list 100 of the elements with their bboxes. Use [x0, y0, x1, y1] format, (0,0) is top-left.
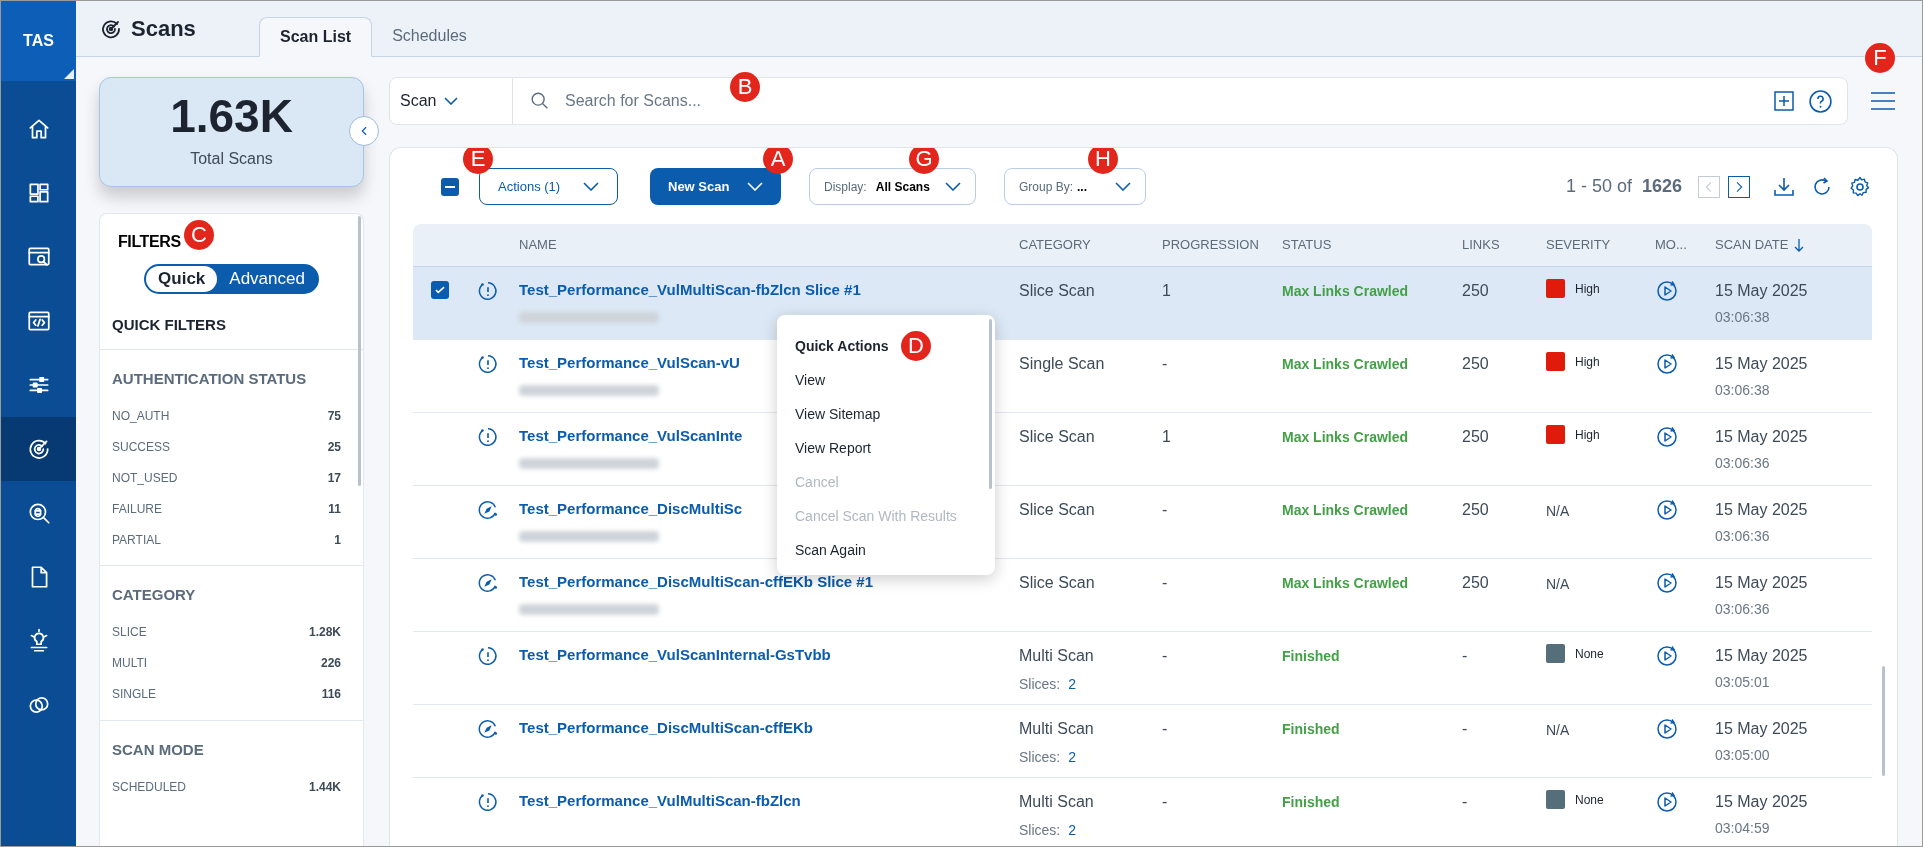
filter-count: 226: [320, 655, 341, 672]
settings-icon[interactable]: [1848, 174, 1872, 199]
slices-link[interactable]: 2: [1068, 820, 1077, 841]
group-by-dropdown[interactable]: Group By: ...: [1004, 168, 1146, 205]
scan-time: 03:05:00: [1715, 746, 1771, 765]
help-icon[interactable]: [1808, 88, 1833, 114]
filter-option[interactable]: SCHEDULED: [112, 777, 186, 796]
progression-text: -: [1162, 793, 1168, 810]
page-title: Scans: [131, 15, 196, 43]
column-header[interactable]: NAME: [519, 235, 557, 255]
category-text: Multi Scan: [1019, 792, 1094, 812]
scan-name-link[interactable]: Test_Performance_VulMultiScan-fbZlcn: [519, 790, 801, 813]
column-header[interactable]: MO...: [1655, 235, 1687, 255]
scan-name-link[interactable]: Test_Performance_DiscMultiSc: [519, 498, 743, 521]
filter-count: 1.28K: [308, 624, 341, 641]
filter-option[interactable]: PARTIAL: [112, 530, 161, 549]
mode-toggle[interactable]: Quick Advanced: [144, 264, 319, 294]
display-value: All Scans: [875, 178, 930, 196]
alert-circle-icon: [477, 645, 499, 667]
scan-name-link[interactable]: Test_Performance_DiscMultiScan-cffEKb: [519, 717, 813, 740]
app-logo[interactable]: TAS: [1, 1, 76, 81]
actions-button[interactable]: Actions (1): [479, 168, 618, 205]
scope-dropdown[interactable]: Scan: [390, 78, 513, 124]
scan-time: 03:06:36: [1715, 454, 1771, 473]
filter-option[interactable]: NO_AUTH: [112, 406, 170, 425]
scan-name-link[interactable]: Test_Performance_VulMultiScan-fbZlcn Slice #1: [519, 279, 861, 302]
replay-icon[interactable]: [1655, 644, 1679, 668]
progression-text: -: [1162, 647, 1168, 664]
category-text: Multi Scan: [1019, 719, 1094, 739]
replay-icon[interactable]: [1655, 790, 1679, 814]
alert-circle-icon: [477, 280, 499, 302]
filter-option[interactable]: NOT_USED: [112, 468, 178, 487]
replay-icon[interactable]: [1655, 279, 1679, 303]
sort-arrow-icon[interactable]: [1794, 238, 1805, 252]
severity-text: N/A: [1546, 721, 1570, 740]
alert-circle-icon: [477, 426, 499, 448]
column-header[interactable]: SCAN DATE: [1715, 235, 1789, 255]
scan-date: 15 May 2025: [1715, 500, 1809, 520]
column-header[interactable]: PROGRESSION: [1162, 235, 1259, 255]
menu-item[interactable]: View Report: [777, 431, 995, 465]
scan-time: 03:05:01: [1715, 673, 1771, 692]
tab[interactable]: Schedules: [372, 16, 487, 56]
filter-option[interactable]: SINGLE: [112, 685, 156, 703]
slices-link[interactable]: 2: [1068, 747, 1077, 768]
page-range: 1 - 50 of: [1565, 175, 1632, 198]
severity-text: High: [1575, 426, 1600, 444]
filter-option[interactable]: MULTI: [112, 654, 148, 672]
filter-option[interactable]: SLICE: [112, 623, 147, 641]
status-text: Max Links Crawled: [1282, 283, 1409, 299]
progression-text: -: [1162, 720, 1168, 737]
scan-date: 15 May 2025: [1715, 792, 1809, 812]
display-label: Display:: [824, 178, 867, 196]
filter-count: 75: [327, 407, 341, 425]
toggle-option[interactable]: Quick: [146, 266, 218, 292]
scan-name-link[interactable]: Test_Performance_DiscMultiScan-cffEKb Slice #1: [519, 571, 874, 594]
replay-icon[interactable]: [1655, 717, 1679, 741]
replay-icon[interactable]: [1655, 498, 1679, 522]
filter-option[interactable]: SUCCESS: [112, 437, 170, 456]
compass-icon: [477, 718, 499, 740]
progression-text: 1: [1162, 428, 1171, 445]
next-page-button[interactable]: [1728, 175, 1750, 198]
scan-name-link[interactable]: Test_Performance_VulScan-vU: [519, 352, 740, 375]
row-checkbox[interactable]: [431, 281, 449, 299]
severity-text: N/A: [1546, 502, 1570, 521]
links-text: 250: [1462, 501, 1489, 518]
severity-text: High: [1575, 353, 1600, 371]
replay-icon[interactable]: [1655, 571, 1679, 595]
chevron-down-icon: [583, 182, 599, 191]
scan-date: 15 May 2025: [1715, 354, 1809, 374]
toggle-option[interactable]: Advanced: [217, 266, 317, 292]
replay-icon[interactable]: [1655, 425, 1679, 449]
alert-circle-icon: [477, 353, 499, 375]
column-header[interactable]: LINKS: [1462, 235, 1500, 255]
links-text: 250: [1462, 574, 1489, 591]
display-dropdown[interactable]: Display: All Scans: [809, 168, 976, 205]
scan-name-link[interactable]: Test_Performance_VulScanInte: [519, 425, 743, 448]
column-header[interactable]: CATEGORY: [1019, 235, 1091, 255]
total-count: 1626: [1641, 175, 1682, 198]
scan-time: 03:04:59: [1715, 819, 1771, 838]
scan-name-link[interactable]: Test_Performance_VulScanInternal-GsTvbb: [519, 644, 831, 667]
select-all-checkbox[interactable]: [441, 177, 459, 196]
category-text: Slice Scan: [1019, 427, 1095, 447]
column-header[interactable]: STATUS: [1282, 235, 1332, 255]
links-text: 250: [1462, 282, 1489, 299]
summary-value: 1.63K: [170, 93, 293, 139]
tab[interactable]: Scan List: [259, 17, 373, 57]
nav-item[interactable]: [1, 417, 76, 481]
add-icon[interactable]: [1772, 89, 1796, 113]
menu-item[interactable]: View: [777, 363, 995, 397]
filter-count: 1: [334, 531, 341, 549]
replay-icon[interactable]: [1655, 352, 1679, 376]
slices-link[interactable]: 2: [1068, 674, 1077, 695]
callout-marker: A: [763, 148, 793, 174]
slices-label: Slices:: [1019, 748, 1061, 767]
chevron-down-icon: [1115, 182, 1131, 191]
search-field[interactable]: Search for Scans...: [565, 89, 725, 113]
new-scan-button[interactable]: New Scan: [650, 168, 781, 205]
filter-option[interactable]: FAILURE: [112, 499, 162, 518]
filter-group-title: AUTHENTICATION STATUS: [112, 368, 308, 389]
column-header[interactable]: SEVERITY: [1546, 235, 1611, 255]
